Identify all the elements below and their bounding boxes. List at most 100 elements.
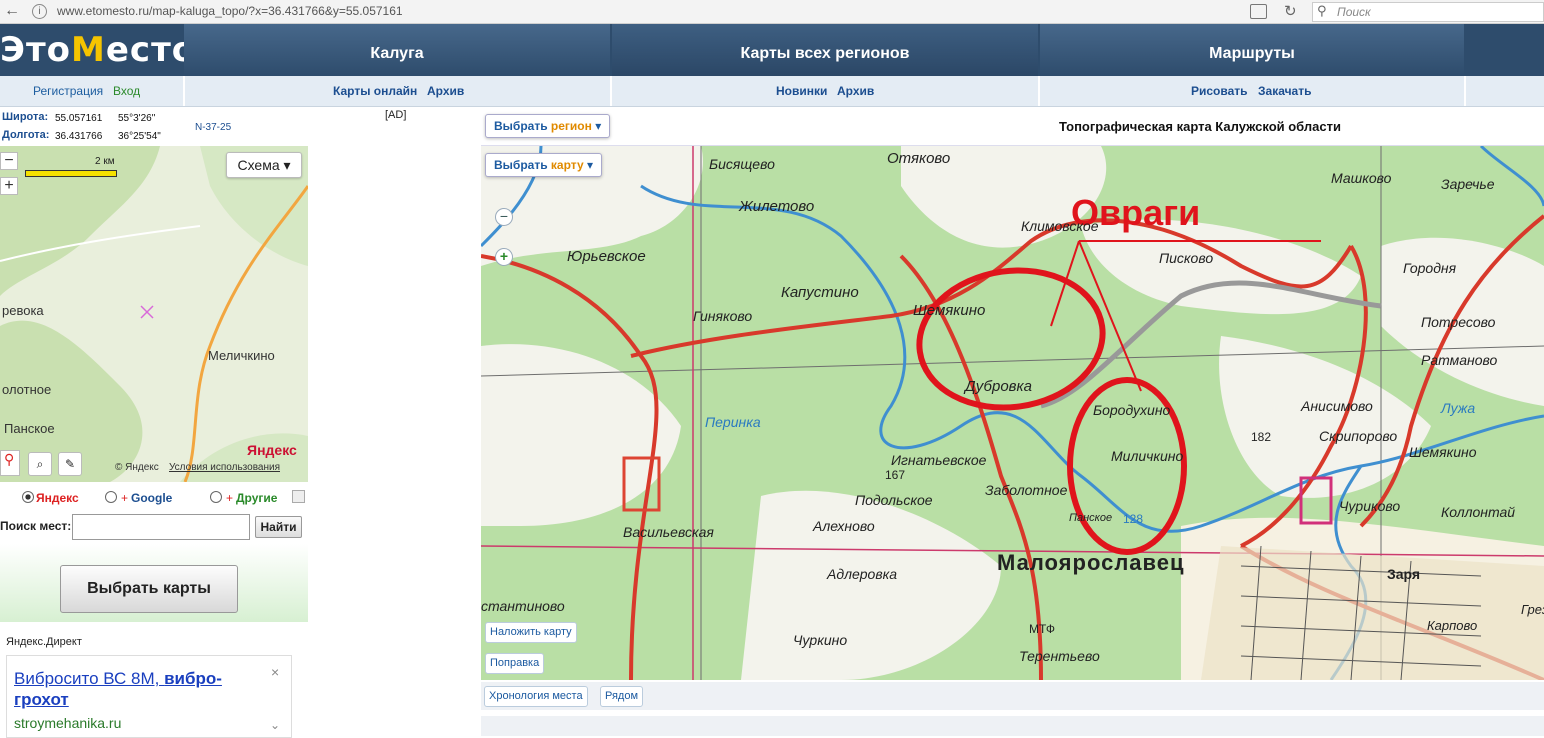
map-place-label: Гиняково [693, 308, 753, 324]
place-search-input[interactable] [72, 514, 250, 540]
map-place-label: Отяково [887, 150, 951, 167]
zoom-out-button[interactable]: − [495, 208, 513, 226]
reader-view-icon[interactable] [1250, 4, 1267, 19]
site-info-icon[interactable]: i [32, 4, 47, 19]
register-link[interactable]: Регистрация [33, 84, 103, 98]
maps-online-link[interactable]: Карты онлайн [333, 84, 417, 98]
select-map-pre: Выбрать [494, 158, 551, 172]
radio-google[interactable] [105, 491, 117, 503]
radio-yandex[interactable] [22, 491, 34, 503]
map-place-label: Панское [1069, 512, 1113, 524]
scale-bar [25, 170, 117, 177]
map-place-label: Заречье [1441, 176, 1495, 192]
map-place-label: Дубровка [965, 378, 1032, 395]
archive-link-2[interactable]: Архив [837, 84, 874, 98]
placemark-tool-icon[interactable]: ⚲ [0, 450, 20, 476]
nav-tab-kaluga[interactable]: Калуга [184, 24, 610, 76]
map-place-label: Ратманово [1421, 352, 1498, 368]
login-link[interactable]: Вход [113, 84, 140, 98]
map-place-label: Игнатьевское [891, 452, 987, 468]
topographic-map-canvas [481, 146, 1544, 680]
logo-part: Это [0, 30, 72, 70]
map-place-label: стантиново [481, 598, 565, 614]
overlay-map-button[interactable]: Наложить карту [485, 622, 577, 643]
map-footer-strip [481, 716, 1544, 736]
select-region-accent: регион [550, 119, 592, 133]
select-map-dropdown[interactable]: Выбрать карту ▾ [485, 153, 602, 177]
browser-search-input[interactable]: ⚲ Поиск [1312, 2, 1544, 22]
select-map-accent: карту [550, 158, 584, 172]
nav-tab-routes[interactable]: Маршруты [1040, 24, 1464, 76]
draw-link[interactable]: Рисовать [1191, 84, 1248, 98]
expand-icon[interactable] [292, 490, 305, 503]
map-place-label: Грез [1521, 602, 1544, 617]
download-link[interactable]: Закачать [1258, 84, 1311, 98]
select-region-pre: Выбрать [494, 119, 551, 133]
terms-link[interactable]: Условия использования [169, 462, 280, 473]
map-place-label: олотное [2, 382, 52, 397]
map-place-label: Жилетово [739, 198, 815, 215]
latitude-label: Широта: [2, 111, 49, 123]
map-place-label: Лужа [1441, 400, 1476, 416]
map-place-label: Чуриково [1339, 498, 1401, 514]
map-place-label: Шемякино [1409, 444, 1477, 460]
nav-tab-all-regions[interactable]: Карты всех регионов [612, 24, 1038, 76]
scale-label: 2 км [95, 156, 115, 167]
reload-icon[interactable]: ↻ [1284, 2, 1297, 20]
map-place-label: Перинка [705, 414, 761, 430]
map-place-label: Коллонтай [1441, 504, 1516, 520]
zoom-in-button[interactable]: + [495, 248, 513, 266]
map-place-label: Подольское [855, 492, 933, 508]
map-place-label: Заболотное [985, 482, 1068, 498]
nearby-button[interactable]: Рядом [600, 686, 644, 707]
map-place-label: Малоярославец [997, 550, 1185, 575]
plus-icon: + [121, 491, 129, 505]
magnifier-tool-icon[interactable]: ⌕ [28, 452, 52, 476]
elevation-label: 167 [885, 468, 906, 482]
provider-other-label: Другие [236, 491, 278, 505]
map-place-label: Панское [4, 421, 55, 436]
longitude-dms: 36°25'54" [118, 131, 161, 142]
map-place-label: Бородухино [1093, 402, 1171, 418]
provider-google-label: Google [131, 491, 173, 505]
yandex-logo: Яндекс [247, 442, 297, 458]
ad-title-link[interactable]: Вибросито ВС 8М, вибро-грохот [14, 668, 264, 710]
topographic-map[interactable]: Овраги Отяково Бисящево Жилетово Климовс… [481, 146, 1544, 680]
ruler-tool-icon[interactable]: ✎ [58, 452, 82, 476]
news-link[interactable]: Новинки [776, 84, 827, 98]
map-sheet-link[interactable]: N-37-25 [195, 122, 231, 133]
zoom-in-button[interactable]: + [0, 177, 18, 195]
ad-url[interactable]: stroymehanika.ru [14, 715, 121, 731]
map-place-label: Бисящево [709, 156, 775, 172]
close-icon[interactable]: × [271, 664, 279, 680]
map-title: Топографическая карта Калужской области [1059, 119, 1341, 134]
elevation-label: 128 [1123, 512, 1144, 526]
chronology-button[interactable]: Хронология места [484, 686, 588, 707]
url-field[interactable]: www.etomesto.ru/map-kaluga_topo/?x=36.43… [57, 4, 403, 18]
correction-button[interactable]: Поправка [485, 653, 545, 674]
map-place-label: ревока [2, 303, 44, 318]
elevation-label: 182 [1251, 430, 1272, 444]
subnav-divider [610, 76, 612, 106]
map-place-label: Адлеровка [827, 566, 898, 582]
map-place-label: Городня [1403, 260, 1457, 276]
zoom-out-button[interactable]: − [0, 152, 18, 170]
radio-other[interactable] [210, 491, 222, 503]
latitude-decimal: 55.057161 [55, 113, 103, 124]
map-place-label: Шемякино [913, 302, 986, 319]
back-arrow-icon[interactable]: ← [2, 1, 22, 21]
chevron-down-icon[interactable]: ⌄ [270, 718, 280, 732]
search-placeholder: Поиск [1337, 5, 1371, 19]
subnav-divider [1038, 76, 1040, 106]
choose-maps-button[interactable]: Выбрать карты [60, 565, 238, 613]
archive-link[interactable]: Архив [427, 84, 464, 98]
select-region-dropdown[interactable]: Выбрать регион ▾ [485, 114, 611, 138]
latitude-dms: 55°3'26" [118, 113, 156, 124]
browser-address-bar: ← i www.etomesto.ru/map-kaluga_topo/?x=3… [0, 0, 1544, 24]
map-place-label: Скрипорово [1319, 428, 1398, 444]
find-button[interactable]: Найти [255, 516, 302, 538]
ad-title-text: Вибросито ВС 8М, [14, 669, 165, 688]
overview-map[interactable]: ревока Меличкино олотное Панское Яндекс … [0, 146, 308, 482]
site-logo[interactable]: ЭтоМесто [0, 30, 196, 70]
map-type-dropdown[interactable]: Схема ▾ [226, 152, 302, 178]
